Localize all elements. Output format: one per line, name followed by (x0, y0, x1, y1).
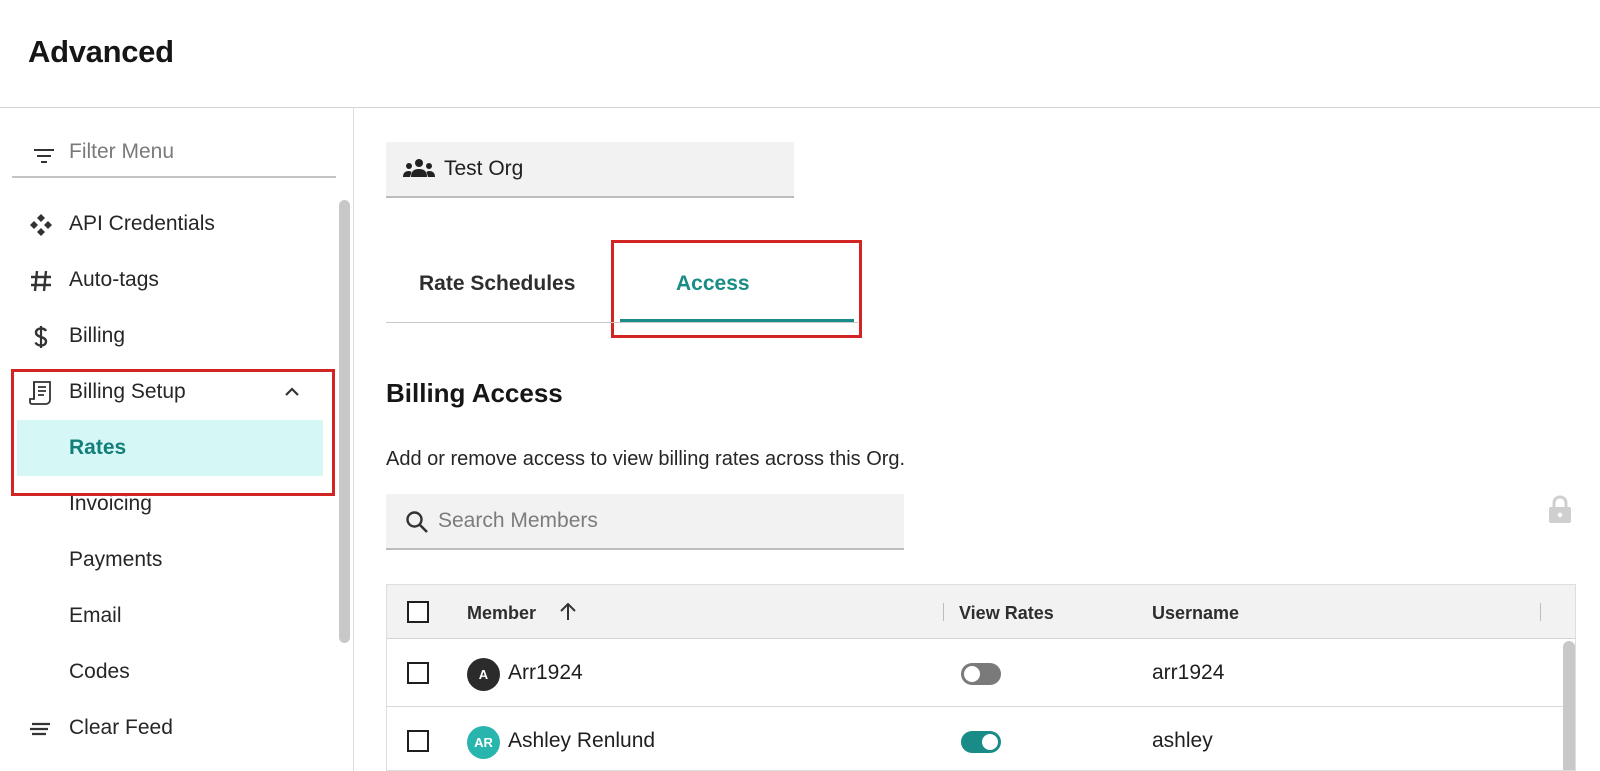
view-rates-toggle[interactable] (961, 731, 1001, 753)
table-row: A Arr1924 arr1924 (387, 639, 1575, 707)
org-name: Test Org (444, 157, 524, 180)
column-header-member[interactable]: Member (467, 603, 536, 624)
dollar-icon (34, 326, 48, 348)
lock-icon[interactable] (1547, 494, 1573, 524)
tab-access[interactable]: Access (676, 272, 750, 296)
column-divider[interactable] (1540, 603, 1541, 621)
sidebar-item-label: Rates (69, 436, 127, 459)
sidebar-item-billing[interactable]: Billing (12, 308, 322, 364)
org-selector[interactable]: Test Org (386, 142, 794, 198)
sidebar-subitem-invoicing[interactable]: Invoicing (12, 476, 322, 532)
page-title: Advanced (28, 34, 174, 69)
select-all-checkbox[interactable] (407, 601, 429, 623)
member-username: ashley (1152, 729, 1213, 752)
filter-menu-placeholder: Filter Menu (69, 140, 175, 163)
main-content: Test Org Rate Schedules Access Billing A… (354, 108, 1600, 771)
sidebar: Filter Menu API Credentials Auto-tags Bi… (0, 108, 354, 771)
member-username: arr1924 (1152, 661, 1225, 684)
row-checkbox[interactable] (407, 662, 429, 684)
section-title: Billing Access (386, 378, 563, 408)
avatar: AR (467, 726, 500, 759)
search-icon (406, 511, 428, 533)
sort-ascending-icon[interactable] (557, 601, 579, 623)
filter-icon (34, 149, 54, 163)
sidebar-item-label: Email (69, 604, 122, 627)
column-header-username[interactable]: Username (1152, 603, 1239, 624)
page-header: Advanced (0, 0, 1600, 108)
search-members[interactable] (386, 494, 904, 550)
sidebar-subitem-email[interactable]: Email (12, 588, 322, 644)
sidebar-item-label: Billing Setup (69, 380, 186, 403)
tab-rate-schedules[interactable]: Rate Schedules (419, 272, 575, 296)
avatar: A (467, 658, 500, 691)
table-row: AR Ashley Renlund ashley (387, 707, 1575, 770)
sidebar-item-billing-setup[interactable]: Billing Setup (12, 364, 322, 420)
column-divider[interactable] (943, 603, 944, 621)
tab-baseline (386, 322, 858, 323)
column-header-view-rates[interactable]: View Rates (959, 603, 1054, 624)
sidebar-subitem-codes[interactable]: Codes (12, 644, 322, 700)
member-name: Arr1924 (508, 661, 583, 684)
toggle-knob (982, 734, 998, 750)
group-icon (403, 159, 435, 177)
sidebar-item-label: Clear Feed (69, 716, 173, 739)
sidebar-subitem-rates[interactable]: Rates (17, 420, 323, 476)
view-rates-toggle[interactable] (961, 663, 1001, 685)
filter-menu[interactable]: Filter Menu (12, 134, 336, 178)
active-tab-indicator (620, 319, 854, 322)
member-name: Ashley Renlund (508, 729, 656, 752)
sidebar-item-label: Invoicing (69, 492, 152, 515)
members-table: Member View Rates Username A Arr1924 arr… (386, 584, 1576, 771)
sidebar-item-api-credentials[interactable]: API Credentials (12, 196, 322, 252)
table-scrollbar[interactable] (1563, 641, 1575, 770)
receipt-icon (29, 381, 51, 405)
sidebar-item-clear-feed[interactable]: Clear Feed (12, 700, 322, 756)
row-checkbox[interactable] (407, 730, 429, 752)
sidebar-item-label: Billing (69, 324, 126, 347)
sidebar-item-label: Codes (69, 660, 130, 683)
chevron-up-icon[interactable] (280, 380, 304, 404)
search-input[interactable] (438, 500, 878, 542)
sidebar-item-label: Auto-tags (69, 268, 159, 291)
toggle-knob (964, 666, 980, 682)
sidebar-subitem-payments[interactable]: Payments (12, 532, 322, 588)
sidebar-scrollbar[interactable] (339, 200, 350, 643)
sidebar-item-label: API Credentials (69, 212, 215, 235)
api-icon (30, 214, 52, 236)
clear-feed-icon (30, 722, 50, 736)
tab-bar: Rate Schedules Access (386, 246, 858, 324)
table-header: Member View Rates Username (387, 585, 1575, 639)
sidebar-item-label: Payments (69, 548, 163, 571)
sidebar-item-auto-tags[interactable]: Auto-tags (12, 252, 322, 308)
section-description: Add or remove access to view billing rat… (386, 448, 906, 470)
hashtag-icon (31, 270, 51, 292)
